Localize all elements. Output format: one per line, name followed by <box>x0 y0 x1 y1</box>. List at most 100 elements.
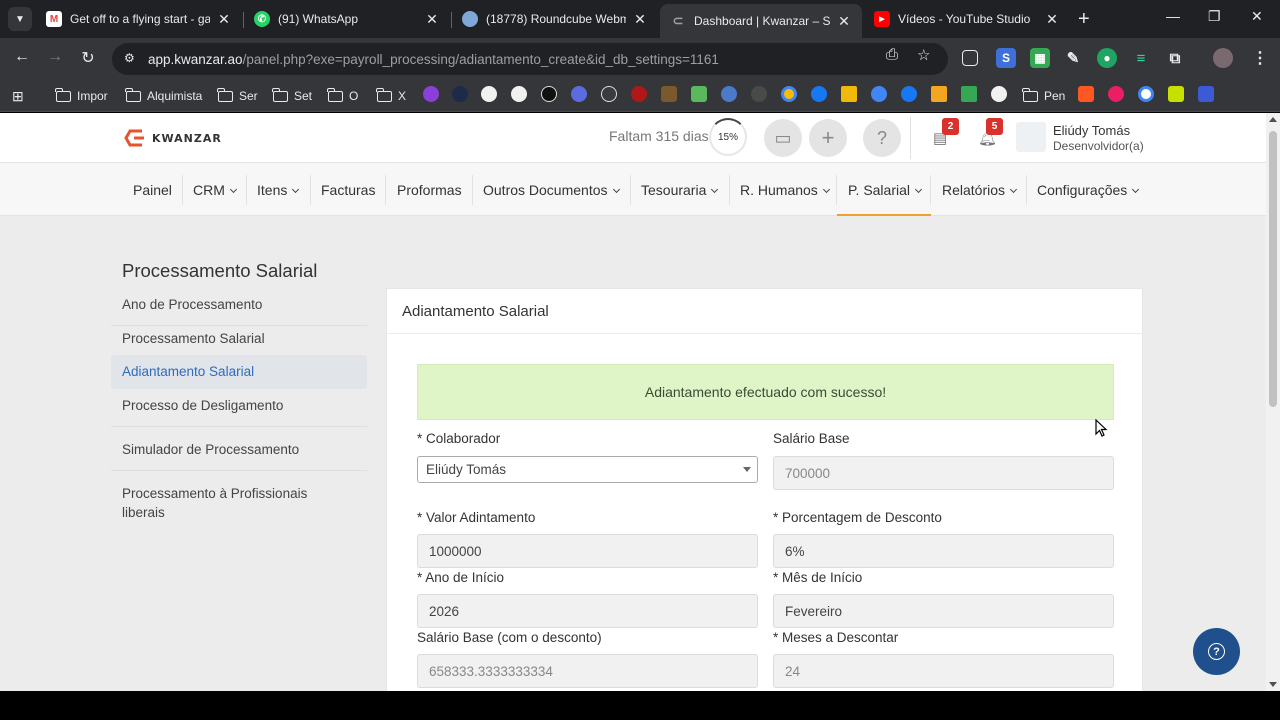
bookmark-binance-icon[interactable] <box>841 86 857 102</box>
tab-gmail[interactable]: M Get off to a flying start - gal ✕ <box>36 4 242 34</box>
sidebar-item-profissionais-liberais[interactable]: Processamento à Profissionais liberais <box>111 484 331 522</box>
tab-kwanzar-dashboard[interactable]: ⊂ Dashboard | Kwanzar – Softw ✕ <box>660 4 862 38</box>
bookmark-meta-icon[interactable] <box>901 86 917 102</box>
bookmark-meet-icon[interactable] <box>781 86 797 102</box>
bookmark-blue-icon[interactable] <box>721 86 737 102</box>
sidebar-item-ano-processamento[interactable]: Ano de Processamento <box>111 295 367 314</box>
sidebar-item-processo-desligamento[interactable]: Processo de Desligamento <box>111 396 367 415</box>
bookmark-orange-icon[interactable] <box>1078 86 1094 102</box>
eyedropper-extension-icon[interactable]: ✎ <box>1063 48 1083 68</box>
nav-item-r-humanos[interactable]: R. Humanos <box>740 182 830 198</box>
close-icon[interactable]: ✕ <box>216 11 232 28</box>
bookmark-circle-icon[interactable] <box>511 86 527 102</box>
close-icon[interactable]: ✕ <box>632 11 648 28</box>
kwanzar-logo[interactable]: KWANZAR <box>124 128 222 148</box>
nav-item-relat-rios[interactable]: Relatórios <box>942 182 1018 198</box>
nav-item-painel[interactable]: Painel <box>133 182 172 198</box>
browser-menu-icon[interactable]: ⋮ <box>1250 48 1270 68</box>
scroll-up-icon[interactable] <box>1269 117 1277 122</box>
reload-icon[interactable]: ↻ <box>77 48 99 68</box>
bookmark-pink-icon[interactable] <box>1108 86 1124 102</box>
scroll-down-icon[interactable] <box>1269 682 1277 687</box>
close-icon[interactable]: ✕ <box>424 11 440 28</box>
bookmark-gear-icon[interactable] <box>571 86 587 102</box>
avatar[interactable] <box>1016 122 1046 152</box>
bookmark-white-icon[interactable] <box>991 86 1007 102</box>
add-icon[interactable]: + <box>809 119 847 157</box>
restore-icon[interactable]: ❐ <box>1208 8 1221 25</box>
bookmark-folder-o[interactable]: O <box>327 87 358 105</box>
mes-inicio-field[interactable]: Fevereiro <box>773 594 1114 628</box>
bookmark-red-icon[interactable] <box>631 86 647 102</box>
window-close-icon[interactable]: ✕ <box>1251 8 1263 25</box>
tab-whatsapp[interactable]: ✆ (91) WhatsApp ✕ <box>244 4 450 34</box>
nav-item-outros-documentos[interactable]: Outros Documentos <box>483 182 620 198</box>
back-icon[interactable]: ← <box>11 48 33 66</box>
nav-item-p-salarial[interactable]: P. Salarial <box>848 182 923 198</box>
meses-descontar-field[interactable]: 24 <box>773 654 1114 688</box>
help-icon[interactable]: ? <box>863 119 901 157</box>
bookmark-drive-icon[interactable] <box>961 86 977 102</box>
salario-base-desconto-field[interactable]: 658333.3333333334 <box>417 654 758 688</box>
bookmark-w-icon[interactable] <box>1168 86 1184 102</box>
bookmark-folder-pen[interactable]: Pen <box>1022 87 1065 105</box>
bookmark-u-icon[interactable] <box>423 86 439 102</box>
porcentagem-desconto-field[interactable]: 6% <box>773 534 1114 568</box>
bookmark-google-icon[interactable] <box>1138 86 1154 102</box>
sheets-extension-icon[interactable]: ▦ <box>1030 48 1050 68</box>
user-name[interactable]: Eliúdy Tomás <box>1053 123 1130 138</box>
site-info-icon[interactable]: ⚙ <box>124 51 138 65</box>
bookmark-chart-icon[interactable] <box>931 86 947 102</box>
s-extension-icon[interactable]: S <box>996 48 1016 68</box>
f-extension-icon[interactable]: ≡ <box>1131 48 1151 68</box>
page-scrollbar[interactable] <box>1266 113 1280 691</box>
monitor-icon[interactable]: ▭ <box>764 119 802 157</box>
help-chat-button[interactable]: ? <box>1193 628 1240 675</box>
bookmark-translate-icon[interactable] <box>1198 86 1214 102</box>
valor-adiantamento-field[interactable]: 1000000 <box>417 534 758 568</box>
nav-item-facturas[interactable]: Facturas <box>321 182 375 198</box>
bookmark-star-icon[interactable]: ☆ <box>917 46 930 64</box>
bookmark-at-icon[interactable] <box>871 86 887 102</box>
bookmark-meta-icon[interactable] <box>811 86 827 102</box>
forward-icon[interactable]: → <box>44 48 66 66</box>
evernote-extension-icon[interactable]: ● <box>1097 48 1117 68</box>
minimize-icon[interactable]: — <box>1166 8 1180 24</box>
tab-roundcube[interactable]: (18778) Roundcube Webmai ✕ <box>452 4 658 34</box>
nav-item-crm[interactable]: CRM <box>193 182 237 198</box>
colaborador-select[interactable]: Eliúdy Tomás <box>417 456 758 483</box>
bookmark-folder-impor[interactable]: Impor <box>55 87 108 105</box>
bookmark-brown-icon[interactable] <box>661 86 677 102</box>
bookmark-folder-ser[interactable]: Ser <box>217 87 258 105</box>
bookmark-folder-set[interactable]: Set <box>272 87 312 105</box>
sidebar-item-adiantamento-salarial[interactable]: Adiantamento Salarial <box>111 355 367 389</box>
new-tab-icon[interactable]: + <box>1078 8 1090 31</box>
image-extension-icon[interactable] <box>962 50 978 66</box>
bookmark-openai-icon[interactable] <box>601 86 617 102</box>
bookmark-arrow-icon[interactable] <box>452 86 468 102</box>
profile-avatar-icon[interactable] <box>1213 48 1233 68</box>
nav-item-proformas[interactable]: Proformas <box>397 182 462 198</box>
salario-base-field[interactable]: 700000 <box>773 456 1114 490</box>
sidebar-item-processamento-salarial[interactable]: Processamento Salarial <box>111 329 367 348</box>
ano-inicio-field[interactable]: 2026 <box>417 594 758 628</box>
tab-search-icon[interactable]: ▼ <box>8 7 32 31</box>
bookmark-green-icon[interactable] <box>691 86 707 102</box>
nav-item-configura-es[interactable]: Configurações <box>1037 182 1140 198</box>
sidebar-item-simulador[interactable]: Simulador de Processamento <box>111 440 367 459</box>
extensions-puzzle-icon[interactable]: ⧉ <box>1165 48 1185 68</box>
apps-grid-icon[interactable]: ⊞ <box>12 87 24 105</box>
bookmark-dark-icon[interactable] <box>751 86 767 102</box>
nav-item-tesouraria[interactable]: Tesouraria <box>641 182 719 198</box>
bookmark-circle-icon[interactable] <box>481 86 497 102</box>
address-bar[interactable]: ⚙ app.kwanzar.ao/panel.php?exe=payroll_p… <box>112 43 948 75</box>
bookmark-folder-alquimista[interactable]: Alquimista <box>125 87 202 105</box>
bookmark-folder-x[interactable]: X <box>376 87 406 105</box>
tab-youtube-studio[interactable]: ▶ Vídeos - YouTube Studio ✕ <box>864 4 1070 34</box>
close-icon[interactable]: ✕ <box>1044 11 1060 28</box>
close-icon[interactable]: ✕ <box>836 13 852 30</box>
nav-item-itens[interactable]: Itens <box>257 182 300 198</box>
scrollbar-thumb[interactable] <box>1269 131 1277 407</box>
install-app-icon[interactable]: ⎙ <box>886 46 898 63</box>
bookmark-c-icon[interactable] <box>541 86 557 102</box>
